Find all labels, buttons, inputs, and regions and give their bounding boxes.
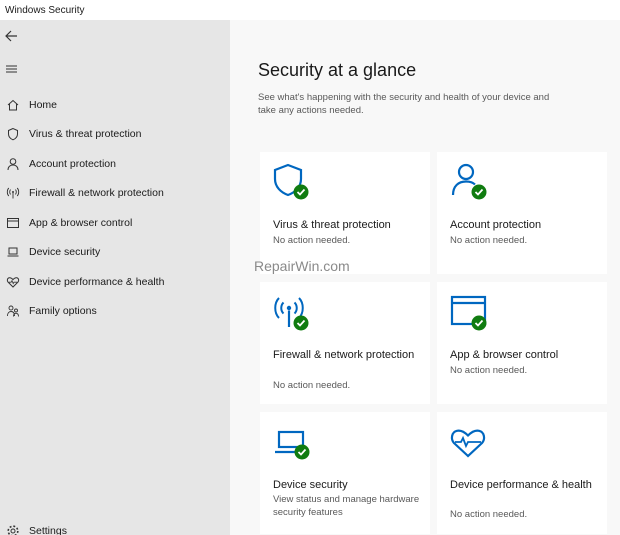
window-icon <box>2 212 24 234</box>
watermark: RepairWin.com <box>254 258 350 274</box>
sidebar-item-settings[interactable]: Settings <box>0 518 230 535</box>
window-title: Windows Security <box>5 5 85 16</box>
sidebar-item-label: App & browser control <box>29 217 133 229</box>
sidebar-item-home[interactable]: Home <box>0 92 230 118</box>
card-status: No action needed. <box>450 365 528 376</box>
laptop-icon <box>2 241 24 263</box>
sidebar-item-device-security[interactable]: Device security <box>0 239 230 265</box>
heart-icon <box>2 271 24 293</box>
gear-icon <box>2 520 24 535</box>
page-title: Security at a glance <box>258 60 417 80</box>
card-title: Account protection <box>450 219 542 231</box>
sidebar-item-label: Home <box>29 99 58 111</box>
card-firewall-network-protection[interactable]: Firewall & network protection No action … <box>260 282 430 404</box>
card-device-performance-health[interactable]: Device performance & health No action ne… <box>437 412 607 534</box>
card-device-security[interactable]: Device security View status and manage h… <box>260 412 430 534</box>
settings-label: Settings <box>29 525 67 535</box>
person-check-icon <box>449 162 489 202</box>
card-account-protection[interactable]: Account protection No action needed. <box>437 152 607 274</box>
sidebar-item-app-browser-control[interactable]: App & browser control <box>0 210 230 236</box>
main-content: Security at a glance See what's happenin… <box>230 20 620 535</box>
heart-check-icon <box>449 422 489 462</box>
sidebar-item-device-performance-health[interactable]: Device performance & health <box>0 269 230 295</box>
card-title: Device performance & health <box>450 479 592 491</box>
sidebar-item-label: Family options <box>29 305 97 317</box>
shield-check-icon <box>272 162 312 202</box>
page-subtitle: See what's happening with the security a… <box>258 92 550 116</box>
card-title: Virus & threat protection <box>273 219 391 231</box>
sidebar-item-firewall-network-protection[interactable]: Firewall & network protection <box>0 180 230 206</box>
sidebar-item-label: Firewall & network protection <box>29 187 164 199</box>
antenna-check-icon <box>272 292 312 332</box>
window-check-icon <box>449 292 489 332</box>
card-status: No action needed. <box>273 235 351 246</box>
card-status: No action needed. <box>273 380 351 391</box>
card-app-browser-control[interactable]: App & browser control No action needed. <box>437 282 607 404</box>
sidebar-item-label: Device performance & health <box>29 276 165 288</box>
card-title: Firewall & network protection <box>273 349 415 361</box>
sidebar-item-label: Account protection <box>29 158 116 170</box>
card-virus-threat-protection[interactable]: Virus & threat protection No action need… <box>260 152 430 274</box>
person-icon <box>2 153 24 175</box>
laptop-check-icon <box>272 422 312 462</box>
title-bar: Windows Security <box>0 0 620 20</box>
sidebar-item-label: Device security <box>29 246 101 258</box>
sidebar: Home Virus & threat protection Account p… <box>0 20 230 535</box>
back-arrow-icon <box>5 30 17 42</box>
antenna-icon <box>2 182 24 204</box>
family-icon <box>2 300 24 322</box>
card-title: App & browser control <box>450 349 559 361</box>
menu-button[interactable] <box>2 60 22 78</box>
card-status: View status and manage hardware security… <box>273 494 420 518</box>
home-icon <box>2 94 24 116</box>
card-status: No action needed. <box>450 235 528 246</box>
sidebar-item-account-protection[interactable]: Account protection <box>0 151 230 177</box>
card-status: No action needed. <box>450 509 528 520</box>
back-button[interactable] <box>2 26 22 46</box>
hamburger-icon <box>6 65 17 73</box>
card-title: Device security <box>273 479 348 491</box>
sidebar-item-family-options[interactable]: Family options <box>0 298 230 324</box>
sidebar-item-virus-threat-protection[interactable]: Virus & threat protection <box>0 121 230 147</box>
shield-icon <box>2 123 24 145</box>
sidebar-item-label: Virus & threat protection <box>29 128 142 140</box>
